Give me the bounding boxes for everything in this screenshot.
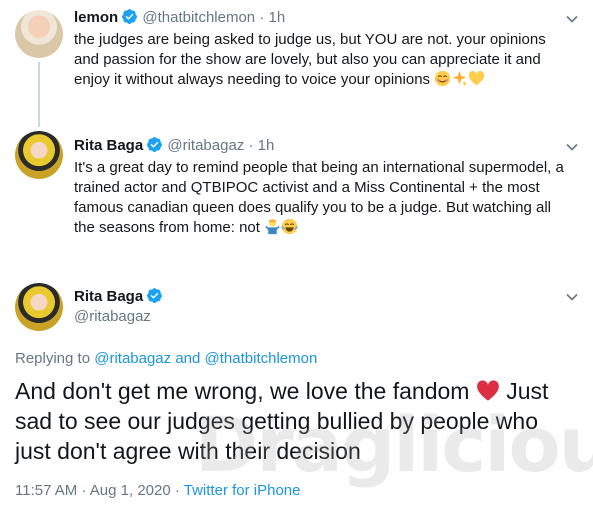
replying-to: Replying to @ritabagaz and @thatbitchlem… <box>15 350 317 367</box>
replying-to-and: and <box>175 350 201 367</box>
avatar-rita-baga[interactable] <box>15 131 63 179</box>
author-name[interactable]: Rita Baga <box>74 137 143 154</box>
tweet-timestamp[interactable]: 11:57 AM <box>15 482 77 499</box>
chevron-down-icon[interactable] <box>565 12 579 26</box>
replying-to-label: Replying to <box>15 350 91 367</box>
tweet-source-link[interactable]: Twitter for iPhone <box>184 482 301 499</box>
chevron-down-icon[interactable] <box>565 140 579 154</box>
tweet-meta: 11:57 AM · Aug 1, 2020 · Twitter for iPh… <box>15 482 300 499</box>
separator-dot: · <box>259 9 265 26</box>
separator-dot: · <box>174 482 180 499</box>
red-heart-emoji-icon <box>476 379 500 401</box>
verified-badge-icon <box>121 8 138 29</box>
avatar-lemon[interactable] <box>15 10 63 58</box>
person-shrugging-emoji-icon <box>264 218 281 235</box>
tweet-text-content: It's a great day to remind people that b… <box>74 159 564 236</box>
author-handle[interactable]: @thatbitchlemon <box>142 9 255 26</box>
separator-dot: · <box>81 482 87 499</box>
replying-to-user-link[interactable]: @ritabagaz <box>94 350 171 367</box>
tweet-time[interactable]: 1h <box>258 137 275 154</box>
thread-line <box>38 62 40 127</box>
verified-badge-icon <box>146 287 163 308</box>
verified-badge-icon <box>146 136 163 157</box>
tweet-header: lemon @thatbitchlemon · 1h <box>74 8 285 29</box>
chevron-down-icon[interactable] <box>565 290 579 304</box>
replying-to-user-link[interactable]: @thatbitchlemon <box>205 350 318 367</box>
main-tweet-text: And don't get me wrong, we love the fand… <box>15 376 580 466</box>
author-handle[interactable]: @ritabagaz <box>74 308 151 325</box>
tweet-header: Rita Baga @ritabagaz · 1h <box>74 136 274 157</box>
tweet-time[interactable]: 1h <box>269 9 286 26</box>
tweet-text: It's a great day to remind people that b… <box>74 158 574 238</box>
tweet-date[interactable]: Aug 1, 2020 <box>90 482 171 499</box>
author-handle[interactable]: @ritabagaz <box>167 137 244 154</box>
separator-dot: · <box>248 137 254 154</box>
avatar-rita-baga[interactable] <box>15 283 63 331</box>
smiling-face-emoji-icon <box>434 70 451 87</box>
tears-of-joy-emoji-icon <box>281 218 299 235</box>
main-tweet-text-part1: And don't get me wrong, we love the fand… <box>15 378 470 404</box>
yellow-heart-emoji-icon <box>468 70 485 87</box>
sparkles-emoji-icon <box>451 70 468 87</box>
author-handle-row: @ritabagaz <box>74 308 151 325</box>
author-name[interactable]: lemon <box>74 9 118 26</box>
tweet-text: the judges are being asked to judge us, … <box>74 30 574 90</box>
author-name-row: Rita Baga <box>74 287 163 308</box>
author-name[interactable]: Rita Baga <box>74 288 143 305</box>
